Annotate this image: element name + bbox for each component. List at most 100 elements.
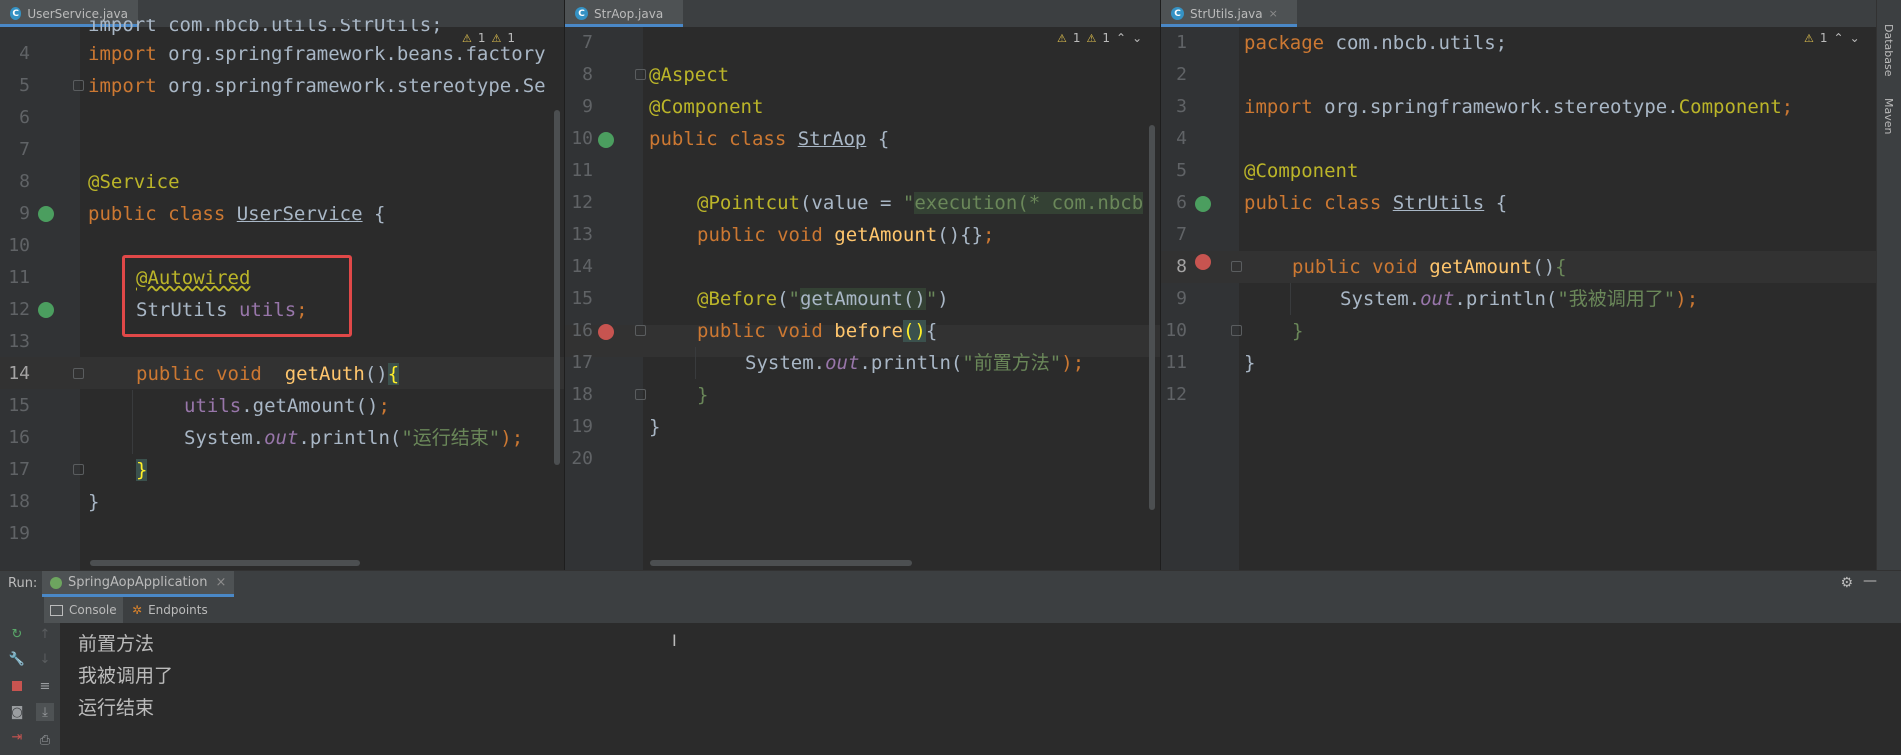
scroll-down-icon[interactable]: ↓ xyxy=(36,650,54,668)
camera-icon[interactable]: ◙ xyxy=(8,703,26,721)
keyword: import xyxy=(1244,96,1313,118)
fold-marker-icon[interactable] xyxy=(635,69,646,80)
line-number: 15 xyxy=(8,395,30,416)
print-icon[interactable]: ⎙ xyxy=(36,731,54,749)
fold-marker-icon[interactable] xyxy=(73,80,84,91)
line-number: 13 xyxy=(571,224,593,245)
vertical-scrollbar[interactable] xyxy=(1149,125,1155,510)
aspect-advice-gutter-icon[interactable] xyxy=(598,132,614,148)
horizontal-scrollbar[interactable] xyxy=(650,560,912,566)
line-number: 1 xyxy=(1176,32,1187,53)
rerun-icon[interactable]: ↻ xyxy=(8,625,26,643)
code-line-17: System.out.println("前置方法"); xyxy=(745,347,1084,379)
run-subtabs: Console ✲ Endpoints xyxy=(0,597,1901,623)
line-number: 9 xyxy=(19,203,30,224)
line-number: 16 xyxy=(571,320,593,341)
spring-boot-icon xyxy=(50,576,62,589)
method-name: getAuth xyxy=(284,363,365,385)
fold-marker-icon[interactable] xyxy=(1231,325,1242,336)
scroll-up-icon[interactable]: ↑ xyxy=(36,625,54,643)
close-tab-icon[interactable]: × xyxy=(1269,7,1278,20)
spring-autowire-gutter-icon[interactable] xyxy=(38,302,54,318)
horizontal-scrollbar[interactable] xyxy=(90,560,360,566)
warning-icon: ⚠ xyxy=(1057,31,1067,45)
tab-endpoints[interactable]: ✲ Endpoints xyxy=(126,597,214,623)
code-text: { xyxy=(866,128,890,150)
code-text: com.nbcb.utils; xyxy=(1324,32,1508,54)
chevron-down-icon[interactable]: ⌄ xyxy=(1850,31,1860,45)
run-config-tab[interactable]: SpringAopApplication × xyxy=(42,571,235,597)
warning-icon: ⚠ xyxy=(1804,31,1814,45)
chevron-down-icon[interactable]: ⌄ xyxy=(1132,31,1142,45)
fold-marker-icon[interactable] xyxy=(635,325,646,336)
semicolon: ; xyxy=(1781,96,1794,118)
indent-guide xyxy=(695,347,696,379)
static-field: out xyxy=(825,352,860,374)
code-line-18: } xyxy=(88,486,99,518)
line-number: 8 xyxy=(582,64,593,85)
run-toolbar: ↻ ↑ 🔧 ↓ ≡ ◙ ⤓ ⇥ ⎙ xyxy=(0,623,60,755)
advised-method-gutter-icon[interactable] xyxy=(598,324,614,340)
line-number: 4 xyxy=(1176,128,1187,149)
minimize-icon[interactable]: — xyxy=(1863,573,1877,589)
scroll-to-end-icon[interactable]: ⤓ xyxy=(36,703,54,721)
wrench-icon[interactable]: 🔧 xyxy=(8,650,26,668)
static-field: out xyxy=(264,427,299,449)
line-number: 7 xyxy=(1176,224,1187,245)
chevron-up-icon[interactable]: ⌃ xyxy=(1834,31,1844,45)
console-output[interactable]: 前置方法 我被调用了 运行结束 I xyxy=(60,623,1880,755)
console-line: 运行结束 xyxy=(78,697,155,719)
code-line-16: public void before(){ xyxy=(697,315,937,347)
line-number: 6 xyxy=(19,107,30,128)
warning-count: 1 xyxy=(1072,31,1081,45)
database-tool-button[interactable]: Database xyxy=(1882,24,1895,77)
tab-strutils-java[interactable]: C StrUtils.java × xyxy=(1161,0,1297,27)
line-number-current: 14 xyxy=(8,363,30,384)
fold-marker-icon[interactable] xyxy=(1231,261,1242,272)
line-number: 17 xyxy=(571,352,593,373)
run-label: Run: xyxy=(8,576,38,591)
tab-label: Endpoints xyxy=(148,603,208,617)
fold-marker-icon[interactable] xyxy=(73,464,84,475)
advised-method-gutter-icon[interactable] xyxy=(1195,254,1211,270)
code-text: } xyxy=(1292,320,1304,342)
method-name: before xyxy=(834,320,903,342)
code-text: org.springframework.beans.factory xyxy=(156,43,546,65)
pointcut-reference: getAmount() xyxy=(799,288,926,310)
editor-pane-strutils: C StrUtils.java × ⚠ 1 ⌃ ⌄ 1 2 3 4 5 6 7 8 … xyxy=(1161,0,1877,570)
stop-icon[interactable] xyxy=(8,677,26,695)
fold-marker-icon[interactable] xyxy=(635,389,646,400)
exit-icon[interactable]: ⇥ xyxy=(8,728,26,746)
code-line-12: @Pointcut(value = "execution(* com.nbcb xyxy=(697,187,1144,219)
vertical-scrollbar[interactable] xyxy=(554,110,560,465)
chevron-up-icon[interactable]: ⌃ xyxy=(1116,31,1126,45)
inspection-widget[interactable]: ⚠ 1 ⌃ ⌄ xyxy=(1804,31,1860,45)
code-text: { xyxy=(1484,192,1508,214)
class-name: Component xyxy=(1678,96,1782,118)
code-line-8: public void getAmount(){ xyxy=(1292,251,1567,283)
soft-wrap-icon[interactable]: ≡ xyxy=(36,677,54,695)
keyword: import xyxy=(88,43,157,65)
inspection-widget[interactable]: ⚠ 1 ⚠ 1 ⌃ ⌄ xyxy=(1057,31,1142,45)
line-number: 2 xyxy=(1176,64,1187,85)
spring-bean-gutter-icon[interactable] xyxy=(1195,196,1211,212)
code-line-10: } xyxy=(1292,315,1303,347)
code-line-3: import org.springframework.stereotype.Co… xyxy=(1244,91,1793,123)
annotation: @Before xyxy=(697,288,778,310)
static-field: out xyxy=(1420,288,1455,310)
line-number: 7 xyxy=(19,139,30,160)
code-text: (){} xyxy=(937,224,984,246)
tab-console[interactable]: Console xyxy=(44,597,123,623)
gear-icon[interactable]: ⚙ xyxy=(1840,575,1853,591)
spring-bean-gutter-icon[interactable] xyxy=(38,206,54,222)
code-line-4: import org.springframework.beans.factory xyxy=(88,38,546,70)
java-class-icon: C xyxy=(575,7,588,20)
close-run-tab-icon[interactable]: × xyxy=(215,575,226,590)
code-text: } xyxy=(697,384,709,406)
code-line-15: @Before("getAmount()") xyxy=(697,283,949,315)
annotation: @Aspect xyxy=(649,64,730,86)
string-literal: execution(* com.nbcb xyxy=(914,192,1144,214)
tab-straop-java[interactable]: C StrAop.java xyxy=(565,0,683,27)
fold-marker-icon[interactable] xyxy=(73,368,84,379)
maven-tool-button[interactable]: Maven xyxy=(1882,98,1895,134)
